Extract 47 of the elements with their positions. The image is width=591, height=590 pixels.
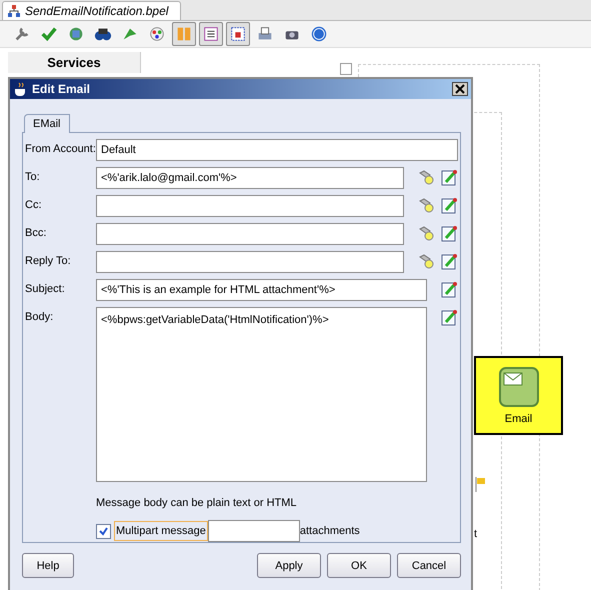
dialog-button[interactable]: Help: [22, 553, 74, 578]
node-label: Email: [504, 413, 532, 425]
field-label: Subject:: [25, 282, 66, 295]
field-label: From Account:: [25, 142, 96, 155]
dialog-title: Edit Email: [32, 82, 92, 96]
input-field[interactable]: [96, 195, 404, 217]
text-area[interactable]: <%bpws:getVariableData('HtmlNotification')%>: [96, 307, 427, 482]
field-label: Bcc:: [25, 226, 48, 239]
input-field[interactable]: [96, 223, 404, 245]
flashlight-icon[interactable]: [418, 225, 435, 242]
edit-icon[interactable]: [441, 197, 458, 214]
checkmark-icon: [99, 526, 108, 536]
dialog-button[interactable]: Apply: [257, 553, 321, 578]
tab[interactable]: EMail: [24, 114, 70, 133]
dialog-button[interactable]: OK: [327, 553, 391, 578]
input-field[interactable]: [208, 520, 300, 542]
field-suffix: attachments: [300, 525, 360, 537]
editor-tab[interactable]: SendEmailNotification.bpel: [2, 1, 181, 20]
edit-icon[interactable]: [441, 169, 458, 186]
hint-text: Message body can be plain text or HTML: [95, 496, 298, 509]
input-field[interactable]: [96, 251, 404, 273]
field-label: Cc:: [25, 198, 42, 211]
input-field[interactable]: <%'This is an example for HTML attachment'%>: [96, 279, 427, 301]
edit-icon[interactable]: [441, 225, 458, 242]
edit-icon[interactable]: [441, 281, 458, 298]
input-field[interactable]: <%'arik.lalo@gmail.com'%>: [96, 167, 404, 189]
flag-icon: [474, 476, 486, 492]
field-label: Reply To:: [25, 254, 72, 267]
dialog-button[interactable]: Cancel: [397, 553, 461, 578]
input-field[interactable]: Default: [96, 139, 458, 161]
services-header: Services: [8, 52, 141, 73]
frame-icon[interactable]: [226, 22, 250, 46]
edit-icon[interactable]: [441, 253, 458, 270]
flashlight-icon[interactable]: [418, 169, 435, 186]
diagram-icon: [7, 4, 21, 18]
checkbox-label[interactable]: Multipart message: [114, 521, 208, 541]
close-button[interactable]: [452, 82, 468, 96]
flashlight-icon[interactable]: [418, 253, 435, 270]
field-label: Body:: [25, 310, 54, 323]
edit-icon[interactable]: [441, 309, 458, 326]
field-label: To:: [25, 170, 41, 183]
canvas-label: t: [474, 528, 478, 540]
envelope-icon: [498, 367, 538, 407]
checkbox[interactable]: [96, 524, 111, 538]
email-node[interactable]: Email: [474, 356, 563, 435]
list-icon[interactable]: [199, 22, 223, 46]
flashlight-icon[interactable]: [418, 197, 435, 214]
